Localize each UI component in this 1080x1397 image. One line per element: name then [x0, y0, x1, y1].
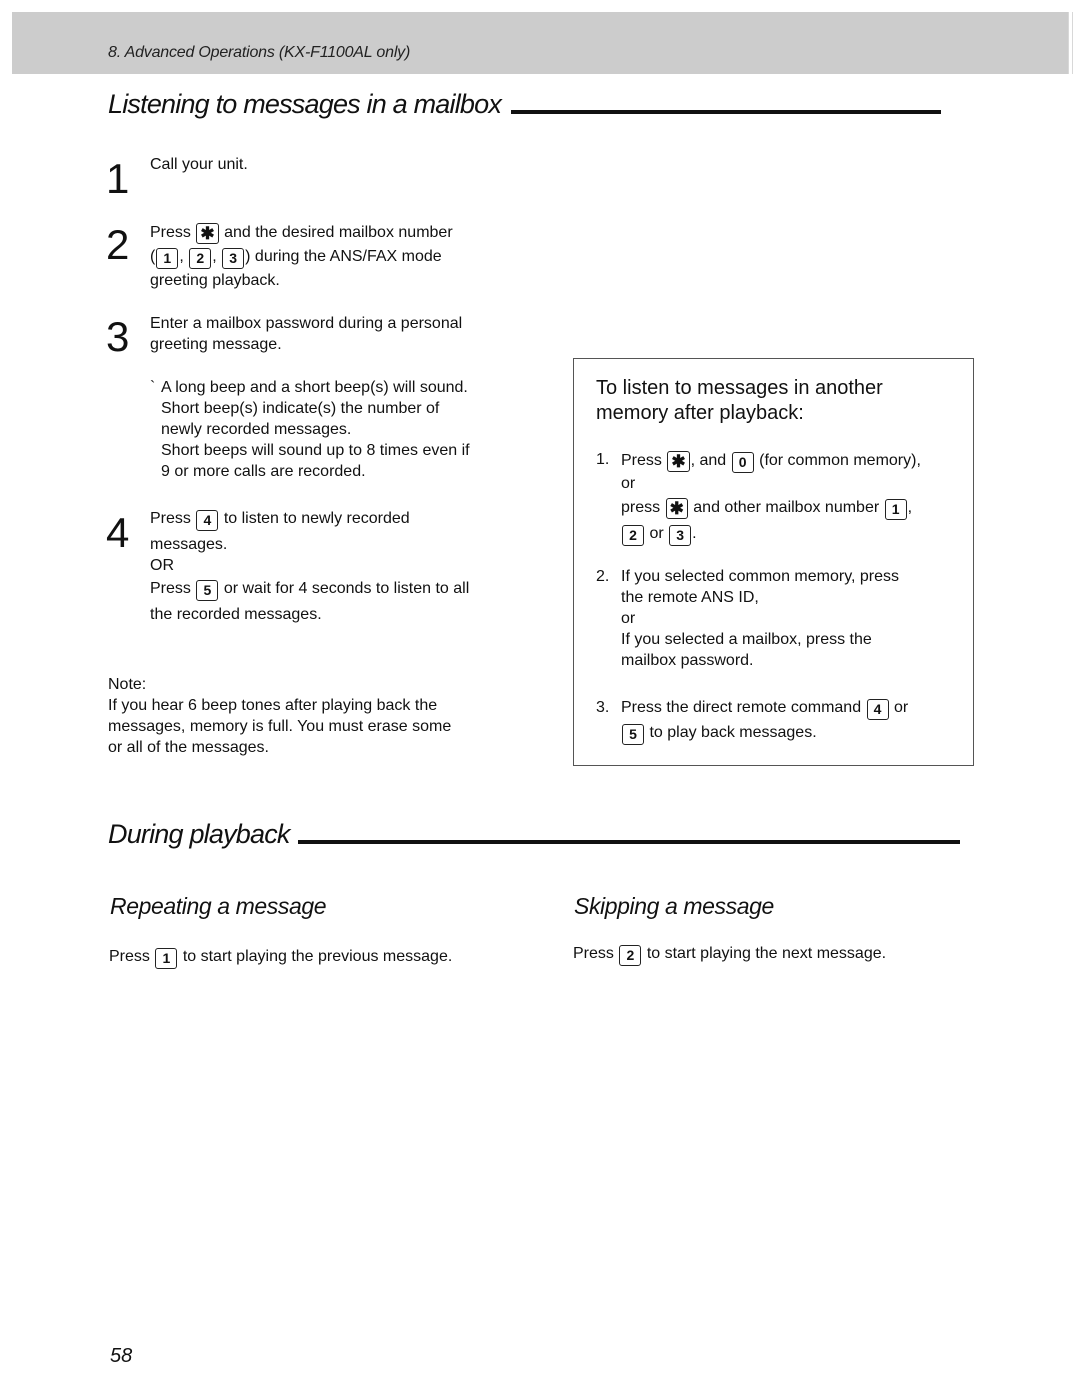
note-line: or all of the messages. — [108, 739, 269, 756]
chapter-title: 8. Advanced Operations (KX-F1100AL only) — [108, 44, 411, 61]
step-2-line2-suffix: ) during the ANS/FAX mode — [245, 248, 442, 265]
step-2-line3: greeting playback. — [150, 272, 280, 289]
note-block: Note: If you hear 6 beep tones after pla… — [108, 674, 508, 758]
item3-or: or — [894, 699, 909, 716]
info-title-line2: memory after playback: — [596, 402, 804, 424]
bullet-line: A long beep and a short beep(s) will sou… — [161, 379, 468, 396]
info-item-3: 3. Press the direct remote command 4 or … — [596, 695, 966, 745]
item1-press-alt: press — [621, 499, 661, 516]
key-1-icon: 1 — [156, 248, 179, 269]
section-rule — [297, 840, 960, 844]
skip-description: to start playing the next message. — [646, 945, 887, 962]
item3-playback: to play back messages. — [649, 724, 817, 741]
skipping-text: Press 2 to start playing the next messag… — [573, 942, 886, 966]
key-5-icon: 5 — [622, 724, 644, 745]
info-item-1: 1. Press ✱, and 0 (for common memory), o… — [596, 449, 966, 546]
key-2-icon: 2 — [619, 945, 642, 966]
item-number: 1. — [596, 451, 610, 468]
step-4-line4: the recorded messages. — [150, 606, 322, 623]
section-heading-during-playback: During playback — [108, 819, 960, 850]
chapter-header-band — [12, 12, 1068, 74]
key-1-icon: 1 — [884, 499, 907, 520]
repeating-text: Press 1 to start playing the previous me… — [109, 945, 452, 969]
step-2-press: Press — [150, 224, 191, 241]
repeat-description: to start playing the previous message. — [182, 948, 453, 965]
item1-or: or — [621, 475, 636, 492]
another-memory-info-box: To listen to messages in another memory … — [573, 358, 974, 766]
step-4-or: OR — [150, 557, 174, 574]
item-number: 2. — [596, 568, 610, 585]
info-item-2: 2. If you selected common memory, press … — [596, 566, 966, 671]
key-4-icon: 4 — [196, 510, 219, 531]
bullet-marker: ` — [150, 379, 156, 396]
step-3-line2: greeting message. — [150, 336, 282, 353]
step-number-1: 1 — [106, 155, 130, 202]
bullet-line: 9 or more calls are recorded. — [161, 463, 366, 480]
item-number: 3. — [596, 699, 610, 716]
key-1-icon: 1 — [155, 948, 178, 969]
step-3-text: Enter a mailbox password during a person… — [150, 313, 530, 355]
section-title: Listening to messages in a mailbox — [108, 89, 502, 119]
section-heading-listening: Listening to messages in a mailbox — [108, 89, 942, 120]
note-line: If you hear 6 beep tones after playing b… — [108, 697, 438, 714]
step-number-4: 4 — [106, 509, 130, 556]
key-3-icon: 3 — [222, 248, 245, 269]
info-box-title: To listen to messages in another memory … — [596, 376, 956, 426]
step-2-text: Press ✱ and the desired mailbox number (… — [150, 221, 530, 293]
item2-line: or — [621, 610, 636, 627]
item1-press: Press — [621, 452, 662, 469]
item1-mailbox-number: and other mailbox number — [693, 499, 880, 516]
skipping-heading: Skipping a message — [574, 893, 774, 919]
step-4-press: Press — [150, 510, 191, 527]
item2-line: If you selected common memory, press — [621, 568, 900, 585]
comma: , — [179, 248, 184, 265]
repeating-heading: Repeating a message — [110, 893, 327, 919]
step-4-line2: messages. — [150, 536, 228, 553]
item1-or-inline: or — [649, 525, 664, 542]
skip-press: Press — [573, 945, 614, 962]
key-4-icon: 4 — [866, 699, 889, 720]
note-line: messages, memory is full. You must erase… — [108, 718, 452, 735]
item2-line: the remote ANS ID, — [621, 589, 759, 606]
paren-open: ( — [150, 248, 156, 265]
star-key-icon: ✱ — [665, 498, 688, 519]
page-number: 58 — [110, 1345, 133, 1367]
section-rule — [511, 110, 942, 114]
period: . — [692, 525, 697, 542]
item2-line: mailbox password. — [621, 652, 754, 669]
note-label: Note: — [108, 676, 147, 693]
step-4-line3-suffix: or wait for 4 seconds to listen to all — [223, 580, 470, 597]
repeat-press: Press — [109, 948, 150, 965]
comma: , — [212, 248, 217, 265]
step-1-text: Call your unit. — [150, 156, 248, 173]
key-2-icon: 2 — [622, 525, 644, 546]
step-4-text: Press 4 to listen to newly recorded mess… — [150, 507, 530, 626]
step-4-line1-suffix: to listen to newly recorded — [223, 510, 410, 527]
step-4-press-alt: Press — [150, 580, 191, 597]
item2-line: If you selected a mailbox, press the — [621, 631, 872, 648]
item3-direct-command: Press the direct remote command — [621, 699, 862, 716]
bullet-line: Short beeps will sound up to 8 times eve… — [161, 442, 470, 459]
item1-common-memory: (for common memory), — [759, 452, 921, 469]
key-5-icon: 5 — [196, 580, 219, 601]
item1-and: , and — [690, 452, 727, 469]
key-3-icon: 3 — [669, 525, 692, 546]
star-key-icon: ✱ — [196, 223, 219, 244]
star-key-icon: ✱ — [667, 451, 690, 472]
key-2-icon: 2 — [189, 248, 212, 269]
step-number-2: 2 — [106, 221, 130, 268]
step-number-3: 3 — [106, 313, 130, 360]
step-2-line1-suffix: and the desired mailbox number — [224, 224, 453, 241]
beep-info-bullet: ` A long beep and a short beep(s) will s… — [150, 377, 520, 482]
section-title: During playback — [108, 819, 290, 849]
comma: , — [907, 499, 913, 516]
header-band-edge — [1068, 12, 1073, 74]
bullet-line: Short beep(s) indicate(s) the number of — [161, 400, 440, 417]
bullet-line: newly recorded messages. — [161, 421, 352, 438]
key-0-icon: 0 — [731, 452, 754, 473]
step-3-line1: Enter a mailbox password during a person… — [150, 315, 463, 332]
info-title-line1: To listen to messages in another — [596, 377, 883, 399]
